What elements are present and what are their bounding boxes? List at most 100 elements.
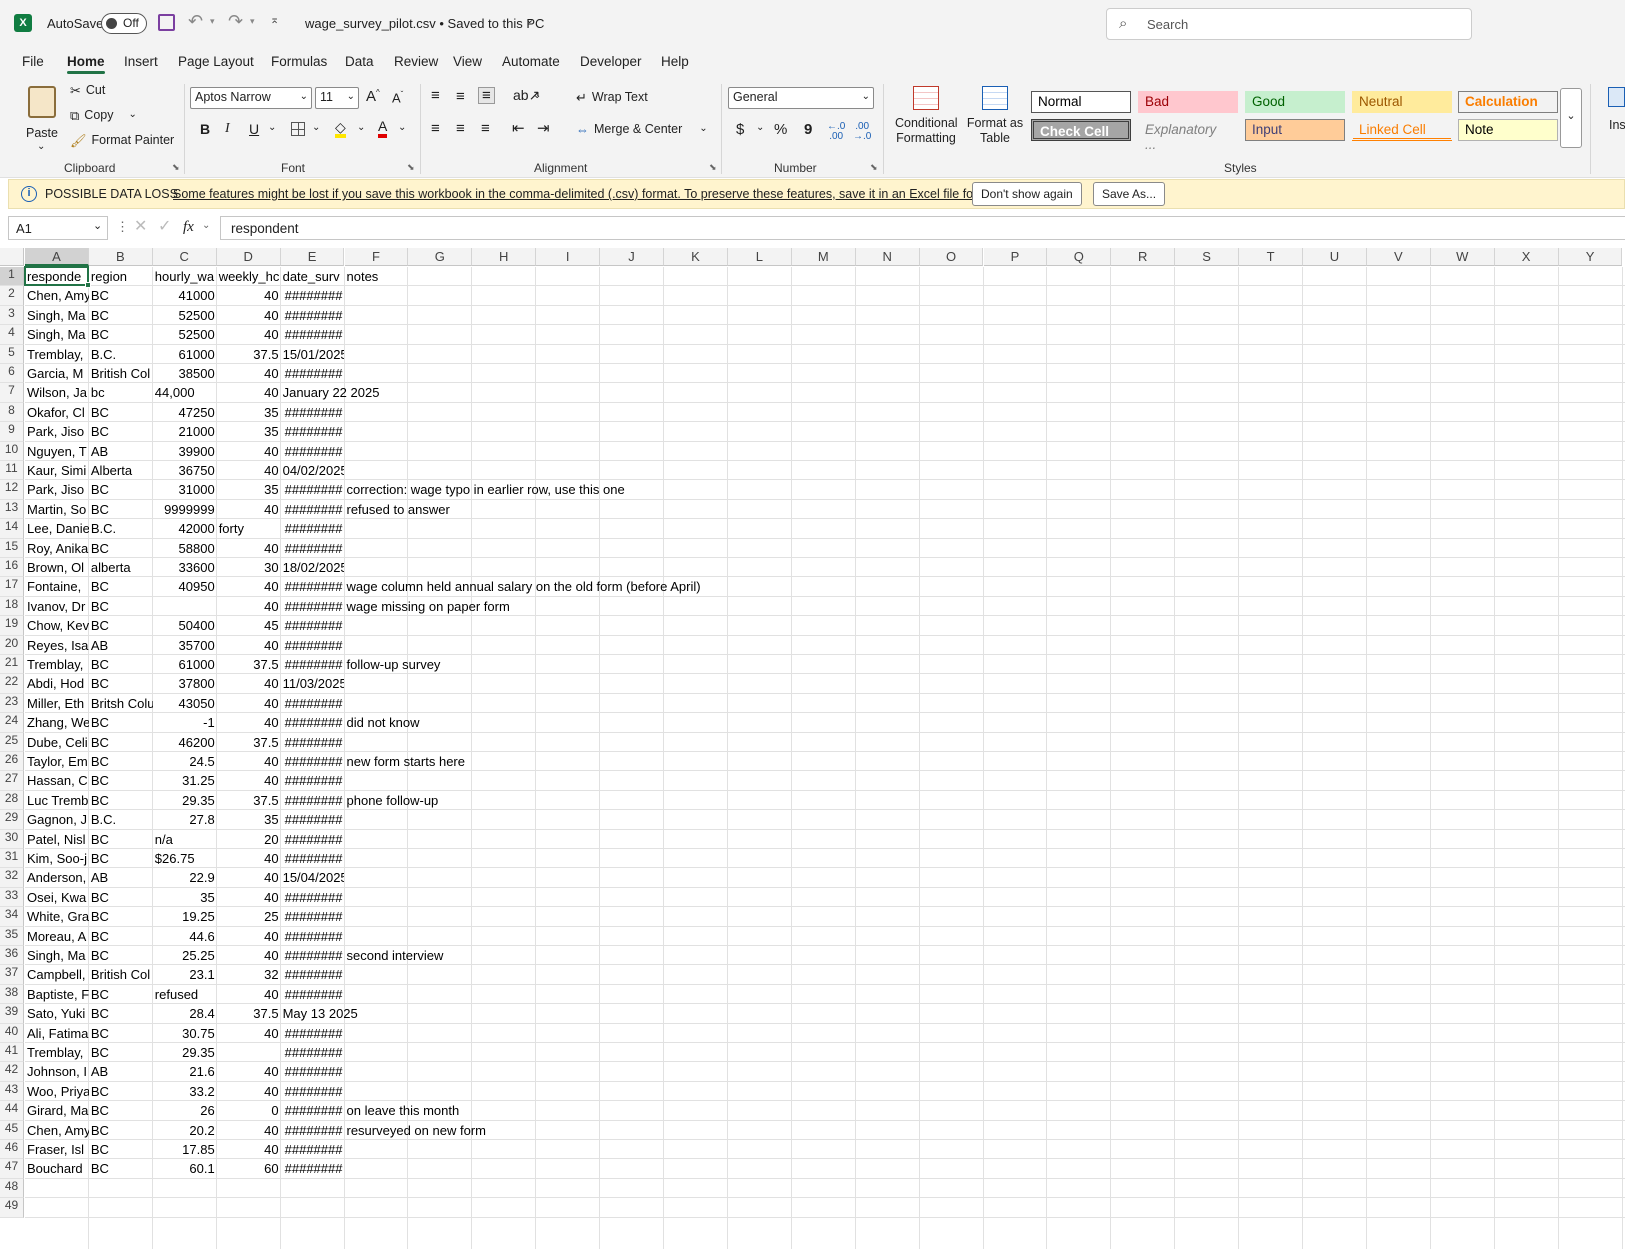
cell-b35[interactable]: BC	[89, 927, 153, 946]
cell-f28[interactable]: phone follow-up	[345, 791, 945, 810]
cell-b29[interactable]: B.C.	[89, 810, 153, 829]
column-header-a[interactable]: A	[25, 248, 89, 266]
cell-f33[interactable]	[345, 888, 945, 907]
cell-c15[interactable]: 58800	[153, 539, 217, 558]
cell-f48[interactable]	[345, 1179, 945, 1198]
cell-d12[interactable]: 35	[217, 480, 281, 499]
align-top-icon[interactable]: ≡	[431, 88, 440, 103]
cell-b34[interactable]: BC	[89, 907, 153, 926]
cell-e38[interactable]: ########	[281, 985, 345, 1004]
cell-f11[interactable]	[345, 461, 945, 480]
tab-page-layout[interactable]: Page Layout	[178, 54, 254, 69]
row-header[interactable]: 13	[0, 499, 24, 520]
row-header[interactable]: 49	[0, 1198, 24, 1218]
cell-b19[interactable]: BC	[89, 616, 153, 635]
cell-d13[interactable]: 40	[217, 500, 281, 519]
cell-f39[interactable]	[345, 1004, 945, 1023]
cell-e9[interactable]: ########	[281, 422, 345, 441]
cell-d16[interactable]: 30	[217, 558, 281, 577]
align-bottom-icon[interactable]: ≡	[478, 87, 495, 104]
wrap-text-button[interactable]: ↵ Wrap Text	[576, 90, 648, 104]
cell-a21[interactable]: Tremblay,	[25, 655, 89, 674]
row-header[interactable]: 10	[0, 441, 24, 461]
undo-dropdown-icon[interactable]: ▾	[210, 17, 215, 26]
cell-c35[interactable]: 44.6	[153, 927, 217, 946]
cell-e17[interactable]: ########	[281, 577, 345, 596]
cell-f9[interactable]	[345, 422, 945, 441]
column-header-p[interactable]: P	[983, 248, 1048, 266]
cell-d48[interactable]	[217, 1179, 281, 1198]
cell-a28[interactable]: Luc Tremb	[25, 791, 89, 810]
orientation-dropdown-icon[interactable]: ⌄	[533, 91, 541, 101]
cell-f18[interactable]: wage missing on paper form	[345, 597, 945, 616]
cell-b4[interactable]: BC	[89, 325, 153, 344]
cell-c48[interactable]	[153, 1179, 217, 1198]
cell-a27[interactable]: Hassan, C	[25, 771, 89, 790]
cell-f21[interactable]: follow-up survey	[345, 655, 945, 674]
cell-d19[interactable]: 45	[217, 616, 281, 635]
cell-d15[interactable]: 40	[217, 539, 281, 558]
cell-b22[interactable]: BC	[89, 674, 153, 693]
cell-f4[interactable]	[345, 325, 945, 344]
cell-f23[interactable]	[345, 694, 945, 713]
cell-c12[interactable]: 31000	[153, 480, 217, 499]
cell-d31[interactable]: 40	[217, 849, 281, 868]
cell-d28[interactable]: 37.5	[217, 791, 281, 810]
row-header[interactable]: 4	[0, 325, 24, 345]
row-header[interactable]: 2	[0, 286, 24, 306]
tab-data[interactable]: Data	[345, 54, 374, 69]
cell-e45[interactable]: ########	[281, 1121, 345, 1140]
undo-icon[interactable]: ↶	[188, 12, 203, 30]
cell-c45[interactable]: 20.2	[153, 1121, 217, 1140]
tab-automate[interactable]: Automate	[502, 54, 560, 69]
file-title[interactable]: wage_survey_pilot.csv • Saved to this PC	[305, 16, 544, 31]
cell-d18[interactable]: 40	[217, 597, 281, 616]
cell-c1[interactable]: hourly_wa	[153, 267, 217, 286]
cell-a22[interactable]: Abdi, Hod	[25, 674, 89, 693]
redo-dropdown-icon[interactable]: ▾	[250, 17, 255, 26]
message-link[interactable]: Some features might be lost if you save …	[173, 187, 1002, 201]
cell-b28[interactable]: BC	[89, 791, 153, 810]
cell-b38[interactable]: BC	[89, 985, 153, 1004]
autosave-toggle[interactable]: Off	[101, 13, 147, 34]
cell-c5[interactable]: 61000	[153, 345, 217, 364]
cell-d26[interactable]: 40	[217, 752, 281, 771]
cell-a15[interactable]: Roy, Anika	[25, 539, 89, 558]
align-middle-icon[interactable]: ≡	[456, 89, 465, 104]
cell-e25[interactable]: ########	[281, 733, 345, 752]
cell-e40[interactable]: ########	[281, 1024, 345, 1043]
cell-b23[interactable]: Britsh Colu	[89, 694, 153, 713]
column-header-u[interactable]: U	[1303, 248, 1367, 266]
column-header-x[interactable]: X	[1494, 248, 1559, 266]
cell-a31[interactable]: Kim, Soo-j	[25, 849, 89, 868]
formula-input[interactable]: respondent	[220, 216, 1625, 240]
row-header[interactable]: 46	[0, 1140, 24, 1160]
cell-e6[interactable]: ########	[281, 364, 345, 383]
column-header-s[interactable]: S	[1175, 248, 1240, 266]
cell-e31[interactable]: ########	[281, 849, 345, 868]
cell-b39[interactable]: BC	[89, 1004, 153, 1023]
cell-a12[interactable]: Park, Jiso	[25, 480, 89, 499]
cell-e19[interactable]: ########	[281, 616, 345, 635]
cell-b11[interactable]: Alberta	[89, 461, 153, 480]
cell-e32[interactable]: 15/04/2025	[281, 868, 345, 887]
cell-c29[interactable]: 27.8	[153, 810, 217, 829]
cell-d32[interactable]: 40	[217, 868, 281, 887]
cell-a32[interactable]: Anderson,	[25, 868, 89, 887]
cell-c20[interactable]: 35700	[153, 636, 217, 655]
cell-a2[interactable]: Chen, Amy	[25, 286, 89, 305]
cell-c23[interactable]: 43050	[153, 694, 217, 713]
column-header-l[interactable]: L	[727, 248, 792, 266]
cell-c10[interactable]: 39900	[153, 442, 217, 461]
cell-e18[interactable]: ########	[281, 597, 345, 616]
cell-c16[interactable]: 33600	[153, 558, 217, 577]
font-color-icon[interactable]: A	[378, 119, 388, 138]
tab-home[interactable]: Home	[67, 54, 105, 74]
column-header-c[interactable]: C	[152, 248, 217, 266]
cell-a17[interactable]: Fontaine,	[25, 577, 89, 596]
cell-c14[interactable]: 42000	[153, 519, 217, 538]
decrease-indent-icon[interactable]: ⇤	[512, 121, 525, 136]
cell-b31[interactable]: BC	[89, 849, 153, 868]
row-header[interactable]: 11	[0, 461, 24, 481]
row-header[interactable]: 21	[0, 655, 24, 675]
